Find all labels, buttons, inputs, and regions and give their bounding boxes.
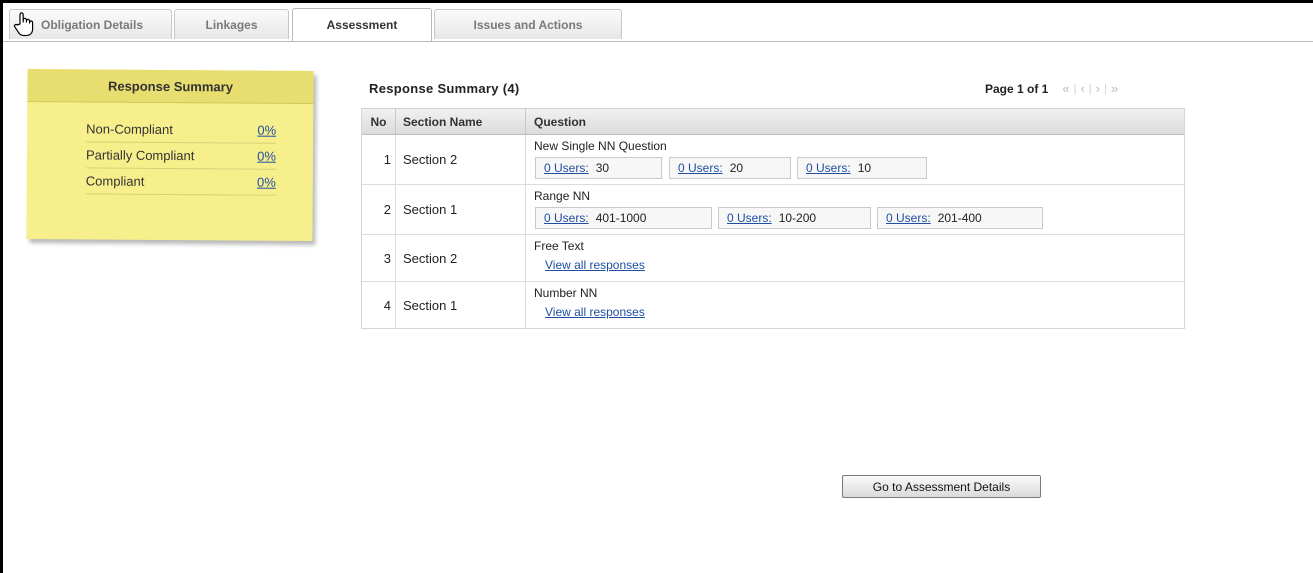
- row-number: 1: [383, 152, 391, 167]
- column-header-question[interactable]: Question: [525, 109, 586, 134]
- response-value: 10: [857, 161, 872, 175]
- tab-issues-and-actions[interactable]: Issues and Actions: [434, 9, 622, 39]
- users-link[interactable]: 0 Users:: [678, 161, 723, 175]
- response-summary-table: No Section Name Question 1 Section 2 New…: [361, 108, 1185, 329]
- response-value: 201-400: [937, 211, 982, 225]
- users-link[interactable]: 0 Users:: [806, 161, 851, 175]
- question-cell: New Single NN Question 0 Users: 30 0 Use…: [525, 135, 1184, 184]
- table-header: No Section Name Question: [362, 108, 1184, 135]
- table-row: 1 Section 2 New Single NN Question 0 Use…: [362, 135, 1184, 185]
- response-chip: 0 Users: 10: [797, 157, 927, 179]
- tab-label: Linkages: [205, 17, 258, 32]
- row-number-cell: 2: [362, 185, 395, 234]
- table-row: 3 Section 2 Free Text View all responses: [362, 235, 1184, 282]
- response-chip: 0 Users: 20: [669, 157, 791, 179]
- tab-bar: Obligation Details Linkages Assessment I…: [3, 3, 1313, 42]
- tab-assessment[interactable]: Assessment: [292, 8, 432, 41]
- users-link[interactable]: 0 Users:: [544, 211, 589, 225]
- row-number: 2: [383, 202, 391, 217]
- users-link[interactable]: 0 Users:: [727, 211, 772, 225]
- section-name-cell: Section 2: [395, 135, 525, 184]
- row-number: 4: [383, 297, 391, 313]
- response-chip: 0 Users: 401-1000: [535, 207, 712, 229]
- summary-row-non-compliant: Non-Compliant 0%: [86, 115, 277, 144]
- response-chip: 0 Users: 10-200: [718, 207, 871, 229]
- section-name-cell: Section 1: [395, 185, 525, 234]
- summary-row-value-link[interactable]: 0%: [257, 148, 276, 163]
- row-number-cell: 4: [362, 282, 395, 328]
- question-text: New Single NN Question: [534, 139, 667, 153]
- summary-row-label: Non-Compliant: [86, 120, 173, 137]
- sticky-note-title: Response Summary: [27, 69, 314, 104]
- response-summary-title: Response Summary (4): [369, 81, 520, 96]
- question-cell: Range NN 0 Users: 401-1000 0 Users: 10-2…: [525, 185, 1184, 234]
- table-row: 4 Section 1 Number NN View all responses: [362, 282, 1184, 328]
- last-page-icon[interactable]: »: [1107, 81, 1122, 96]
- response-value: 10-200: [778, 211, 817, 225]
- question-text: Number NN: [534, 286, 598, 300]
- row-number-cell: 1: [362, 135, 395, 184]
- tab-linkages[interactable]: Linkages: [174, 9, 289, 39]
- hand-cursor-icon: [13, 12, 34, 37]
- previous-page-icon[interactable]: ‹: [1076, 81, 1088, 96]
- users-link[interactable]: 0 Users:: [886, 211, 931, 225]
- response-summary-sticky-note: Response Summary Non-Compliant 0% Partia…: [26, 69, 314, 241]
- view-all-responses-link[interactable]: View all responses: [545, 305, 645, 319]
- tab-label: Obligation Details: [41, 17, 144, 32]
- response-value: 20: [729, 161, 744, 175]
- tab-label: Assessment: [326, 18, 398, 32]
- summary-row-partially-compliant: Partially Compliant 0%: [85, 141, 277, 170]
- column-header-no[interactable]: No: [362, 109, 395, 134]
- response-chip: 0 Users: 30: [535, 157, 662, 179]
- row-number-cell: 3: [362, 235, 395, 281]
- summary-row-value-link[interactable]: 0%: [257, 122, 276, 137]
- page-indicator: Page 1 of 1: [985, 81, 1049, 96]
- question-text: Range NN: [534, 189, 591, 203]
- response-chip: 0 Users: 201-400: [877, 207, 1043, 229]
- table-row: 2 Section 1 Range NN 0 Users: 401-1000 0…: [362, 185, 1184, 235]
- tab-label: Issues and Actions: [473, 17, 583, 32]
- row-number: 3: [383, 250, 391, 266]
- summary-row-label: Partially Compliant: [85, 146, 195, 163]
- question-cell: Free Text View all responses: [525, 235, 1184, 281]
- summary-row-value-link[interactable]: 0%: [257, 174, 276, 189]
- question-text: Free Text: [534, 239, 584, 253]
- column-header-section-name[interactable]: Section Name: [395, 109, 525, 134]
- window-left-border: [0, 0, 3, 573]
- view-all-responses-link[interactable]: View all responses: [545, 258, 645, 272]
- users-link[interactable]: 0 Users:: [544, 161, 589, 175]
- section-name-cell: Section 2: [395, 235, 525, 281]
- next-page-icon[interactable]: ›: [1092, 81, 1104, 96]
- summary-row-compliant: Compliant 0%: [85, 167, 276, 196]
- question-cell: Number NN View all responses: [525, 282, 1184, 328]
- go-to-assessment-details-button[interactable]: Go to Assessment Details: [842, 475, 1041, 498]
- pagination: Page 1 of 1 « | ‹ | › | »: [985, 81, 1185, 96]
- section-name-cell: Section 1: [395, 282, 525, 328]
- first-page-icon[interactable]: «: [1058, 81, 1073, 96]
- response-value: 401-1000: [595, 211, 647, 225]
- response-value: 30: [595, 161, 610, 175]
- summary-row-label: Compliant: [85, 172, 145, 189]
